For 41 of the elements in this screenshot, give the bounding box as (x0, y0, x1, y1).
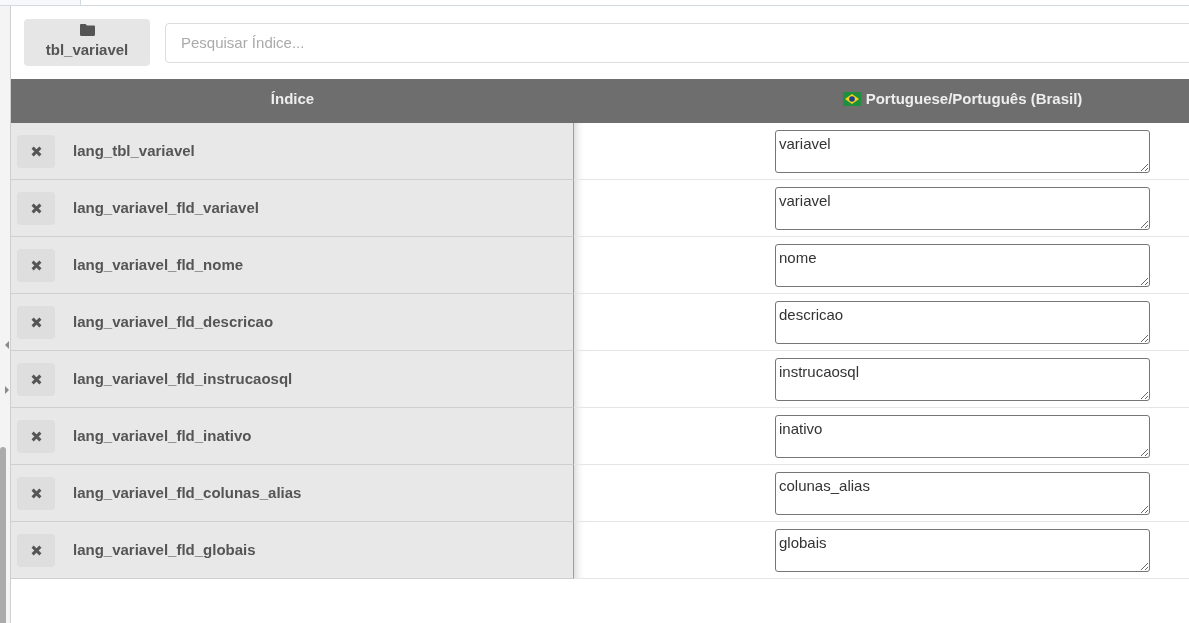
translation-field[interactable]: variavel (775, 186, 1150, 230)
translation-field[interactable]: instrucaosql (775, 357, 1150, 401)
scrollbar-thumb[interactable] (0, 447, 6, 623)
folder-button[interactable]: tbl_variavel (24, 19, 150, 66)
translation-field[interactable]: inativo (775, 414, 1150, 458)
translation-field[interactable]: variavel (775, 129, 1150, 173)
delete-button[interactable] (17, 305, 55, 339)
column-header: Índice (270, 88, 315, 109)
index-key: lang_variavel_fld_inativo (73, 424, 252, 448)
left-triangle-icon[interactable] (5, 341, 9, 349)
delete-button[interactable] (17, 362, 55, 396)
folder-icon (79, 23, 95, 36)
flag-icon (842, 92, 861, 106)
index-key: lang_tbl_variavel (73, 139, 195, 163)
index-key: lang_variavel_fld_descricao (73, 310, 274, 334)
index-key: lang_variavel_fld_instrucaosql (73, 367, 293, 391)
translation-field[interactable]: descricao (775, 300, 1150, 344)
delete-button[interactable] (17, 533, 55, 567)
x-icon (30, 202, 42, 214)
x-icon (30, 259, 42, 271)
delete-button[interactable] (17, 191, 55, 225)
index-key: lang_variavel_fld_nome (73, 253, 244, 277)
x-icon (30, 316, 42, 328)
x-icon (30, 544, 42, 556)
delete-button[interactable] (17, 419, 55, 453)
index-key: lang_variavel_fld_colunas_alias (73, 481, 302, 505)
x-icon (30, 487, 42, 499)
x-icon (30, 373, 42, 385)
translation-field[interactable]: colunas_alias (775, 471, 1150, 515)
delete-button[interactable] (17, 134, 55, 168)
search-field[interactable]: Pesquisar Índice... (165, 22, 1189, 63)
column-header: Portuguese/Português (Brasil) (865, 88, 1083, 109)
x-icon (30, 430, 42, 442)
delete-button[interactable] (17, 248, 55, 282)
index-key: lang_variavel_fld_variavel (73, 196, 259, 220)
delete-button[interactable] (17, 476, 55, 510)
right-triangle-icon[interactable] (5, 386, 9, 394)
translation-field[interactable]: globais (775, 528, 1150, 572)
index-key: lang_variavel_fld_globais (73, 538, 256, 562)
translation-field[interactable]: nome (775, 243, 1150, 287)
x-icon (30, 145, 42, 157)
